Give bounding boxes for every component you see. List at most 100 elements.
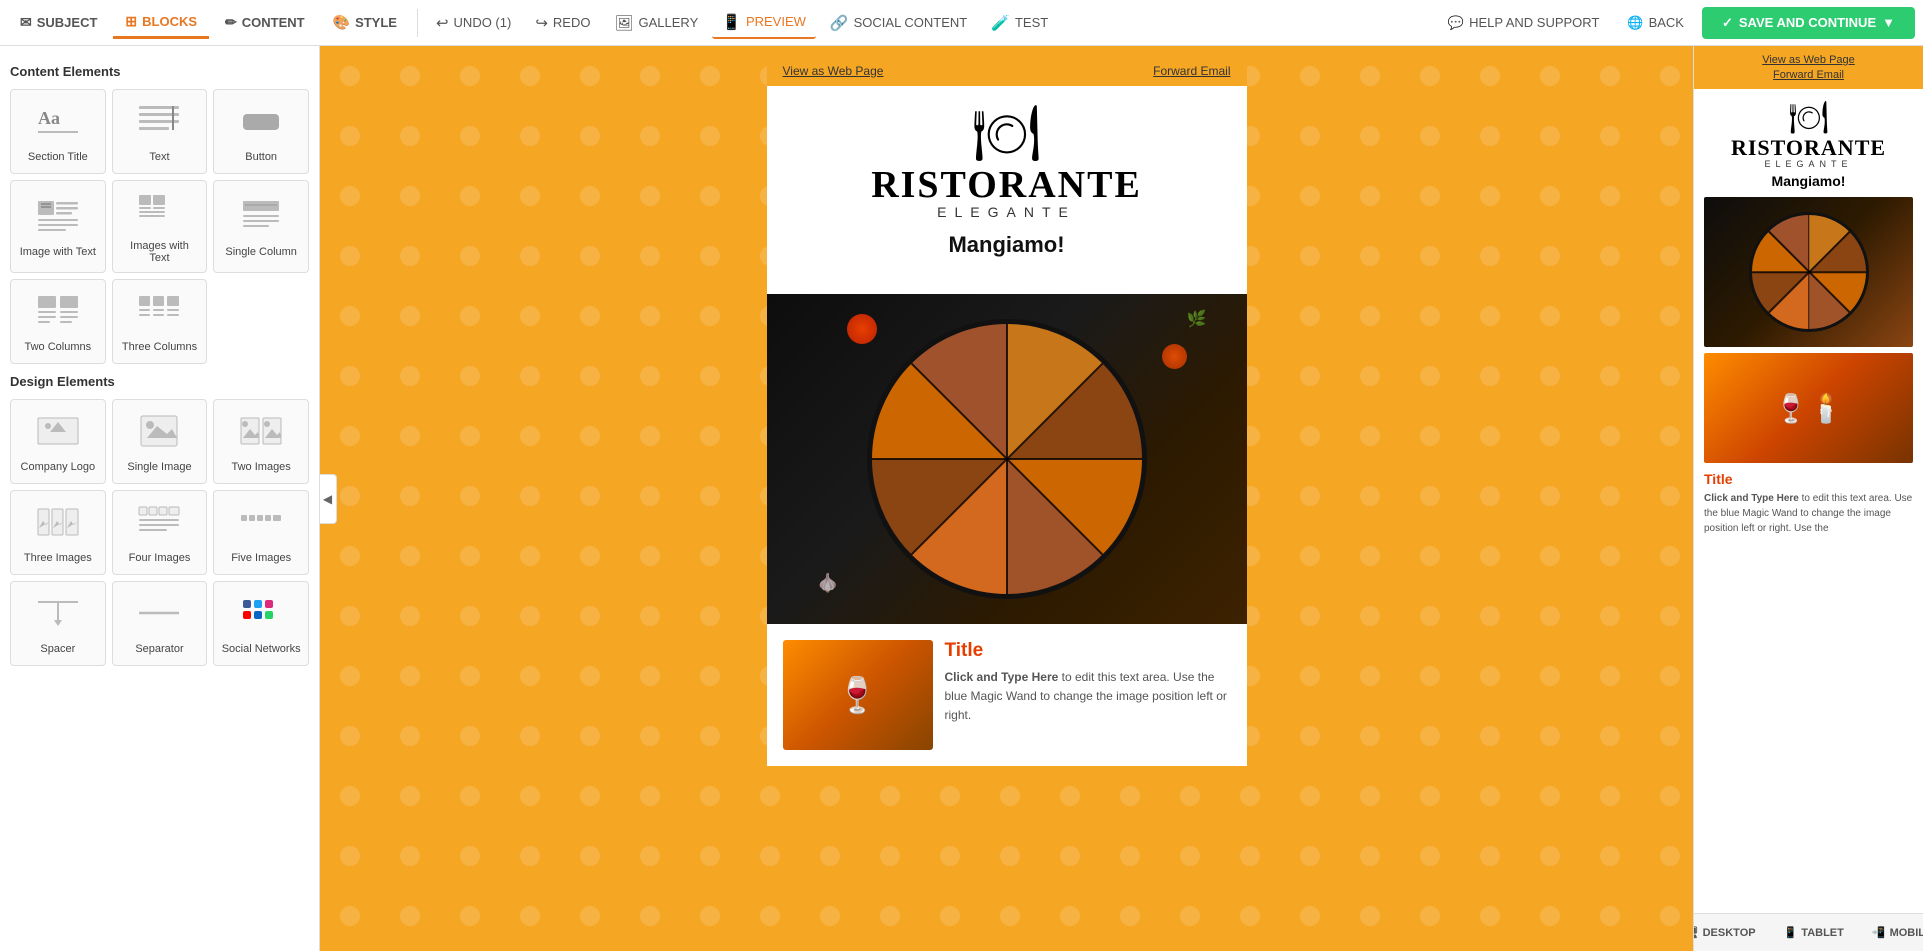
email-body: 🍽 RISTORANTE ELEGANTE Mangiamo! [767, 86, 1247, 294]
right-email-content: 🍽 RISTORANTE ELEGANTE Mangiamo! 🍷🕯️ Titl… [1694, 89, 1923, 913]
help-icon: 💬 [1448, 15, 1464, 31]
spacer-block-icon [36, 594, 80, 637]
right-topbar: View as Web Page Forward Email [1694, 46, 1923, 89]
restaurant-subtitle: ELEGANTE [787, 204, 1227, 220]
social-icon: 🔗 [830, 14, 849, 32]
save-continue-button[interactable]: ✓ SAVE AND CONTINUE ▼ [1702, 7, 1915, 39]
toolbar-right: 💬 HELP AND SUPPORT 🌐 BACK ✓ SAVE AND CON… [1438, 7, 1915, 39]
content-text: Title Click and Type Here to edit this t… [945, 640, 1231, 750]
email-content-row: 🍷 Title Click and Type Here to edit this… [767, 624, 1247, 766]
mobile-icon: 📲 [1872, 926, 1886, 939]
style-icon: 🎨 [333, 14, 350, 31]
right-forward-email-link[interactable]: Forward Email [1773, 69, 1844, 81]
right-content-body: Click and Type Here to edit this text ar… [1704, 491, 1913, 536]
back-button[interactable]: 🌐 BACK [1617, 9, 1694, 37]
dropdown-arrow-icon: ▼ [1882, 15, 1895, 30]
block-spacer[interactable]: Spacer [10, 581, 106, 666]
four-images-icon [137, 503, 181, 546]
block-single-column[interactable]: Single Column [213, 180, 309, 273]
block-section-title[interactable]: Aa Section Title [10, 89, 106, 174]
redo-button[interactable]: ↪ REDO [525, 8, 600, 38]
social-networks-icon [239, 594, 283, 637]
text-block-icon [137, 102, 181, 145]
content-thumbnail: 🍷 [783, 640, 933, 750]
right-panel: View as Web Page Forward Email 🍽 RISTORA… [1693, 46, 1923, 951]
block-two-images[interactable]: Two Images [213, 399, 309, 484]
button-block-icon [239, 102, 283, 145]
single-column-icon [239, 197, 283, 240]
images-text-icon [137, 191, 181, 234]
right-restaurant-subtitle: ELEGANTE [1704, 159, 1913, 169]
blocks-icon: ⊞ [125, 13, 137, 30]
design-elements-heading: Design Elements [10, 374, 309, 389]
social-content-button[interactable]: 🔗 SOCIAL CONTENT [820, 8, 977, 38]
block-five-images[interactable]: Five Images [213, 490, 309, 575]
company-logo-icon [36, 412, 80, 455]
right-cloche-icon: 🍽 [1704, 101, 1913, 133]
save-icon: ✓ [1722, 15, 1733, 31]
wine-icon: 🍷🕯️ [1774, 392, 1844, 425]
restaurant-cloche-icon: 🍽 [787, 106, 1227, 161]
right-pizza-circle [1749, 212, 1869, 332]
two-columns-icon [36, 292, 80, 335]
undo-icon: ↩ [436, 14, 449, 32]
forward-email-link[interactable]: Forward Email [1153, 64, 1230, 78]
single-image-icon [137, 412, 181, 455]
tab-blocks[interactable]: ⊞ BLOCKS [113, 7, 209, 39]
preview-button[interactable]: 📱 PREVIEW [712, 7, 816, 39]
block-images-with-text[interactable]: Images with Text [112, 180, 208, 273]
content-thumb-icon: 🍷 [836, 675, 880, 716]
undo-button[interactable]: ↩ UNDO (1) [426, 8, 521, 38]
svg-text:Aa: Aa [38, 108, 60, 128]
block-three-images[interactable]: Three Images [10, 490, 106, 575]
block-button[interactable]: Button [213, 89, 309, 174]
gallery-button[interactable]: 🖼 GALLERY [604, 8, 708, 38]
tab-subject[interactable]: ✉ SUBJECT [8, 8, 109, 37]
content-icon: ✏ [225, 14, 237, 31]
test-icon: 🧪 [991, 14, 1010, 32]
herbs-decoration: 🌿 [1187, 309, 1207, 329]
tab-style[interactable]: 🎨 STYLE [321, 8, 409, 37]
left-panel: Content Elements Aa Section Title [0, 46, 320, 951]
pizza-image: 🧄 🌿 [767, 294, 1247, 624]
tablet-button[interactable]: 📱 TABLET [1776, 922, 1852, 943]
block-three-columns[interactable]: Three Columns [112, 279, 208, 364]
right-content-title: Title [1704, 471, 1913, 487]
email-preview-topbar: View as Web Page Forward Email [767, 56, 1247, 86]
content-title: Title [945, 640, 1231, 662]
subject-icon: ✉ [20, 14, 32, 31]
image-text-icon [36, 197, 80, 240]
desktop-button[interactable]: 🖥 DESKTOP [1693, 922, 1764, 943]
design-blocks-grid: Company Logo Single Image [10, 399, 309, 666]
block-image-with-text[interactable]: Image with Text [10, 180, 106, 273]
help-button[interactable]: 💬 HELP AND SUPPORT [1438, 9, 1609, 37]
right-tagline: Mangiamo! [1704, 173, 1913, 189]
collapse-panel-button[interactable]: ◀ [320, 474, 337, 524]
five-images-icon [239, 503, 283, 546]
block-social-networks[interactable]: Social Networks [213, 581, 309, 666]
mobile-button[interactable]: 📲 MOBILE [1864, 922, 1923, 943]
block-company-logo[interactable]: Company Logo [10, 399, 106, 484]
block-four-images[interactable]: Four Images [112, 490, 208, 575]
three-images-icon [36, 503, 80, 546]
content-body: Click and Type Here to edit this text ar… [945, 668, 1231, 726]
restaurant-name: RISTORANTE [787, 166, 1227, 204]
block-two-columns[interactable]: Two Columns [10, 279, 106, 364]
content-blocks-grid: Aa Section Title Text [10, 89, 309, 364]
test-button[interactable]: 🧪 TEST [981, 8, 1058, 38]
block-single-image[interactable]: Single Image [112, 399, 208, 484]
right-view-web-link[interactable]: View as Web Page [1762, 54, 1855, 66]
two-images-icon [239, 412, 283, 455]
view-web-link[interactable]: View as Web Page [783, 64, 884, 78]
right-restaurant-name: RISTORANTE [1704, 137, 1913, 159]
tab-content[interactable]: ✏ CONTENT [213, 8, 317, 37]
block-separator[interactable]: Separator [112, 581, 208, 666]
tablet-icon: 📱 [1784, 926, 1798, 939]
gallery-icon: 🖼 [614, 14, 633, 32]
center-preview: ◀ View as Web Page Forward Email 🍽 RISTO… [320, 46, 1693, 951]
three-columns-icon [137, 292, 181, 335]
globe-icon: 🌐 [1627, 15, 1643, 31]
block-text[interactable]: Text [112, 89, 208, 174]
separator-block-icon [137, 594, 181, 637]
right-wine-image: 🍷🕯️ [1704, 353, 1913, 463]
